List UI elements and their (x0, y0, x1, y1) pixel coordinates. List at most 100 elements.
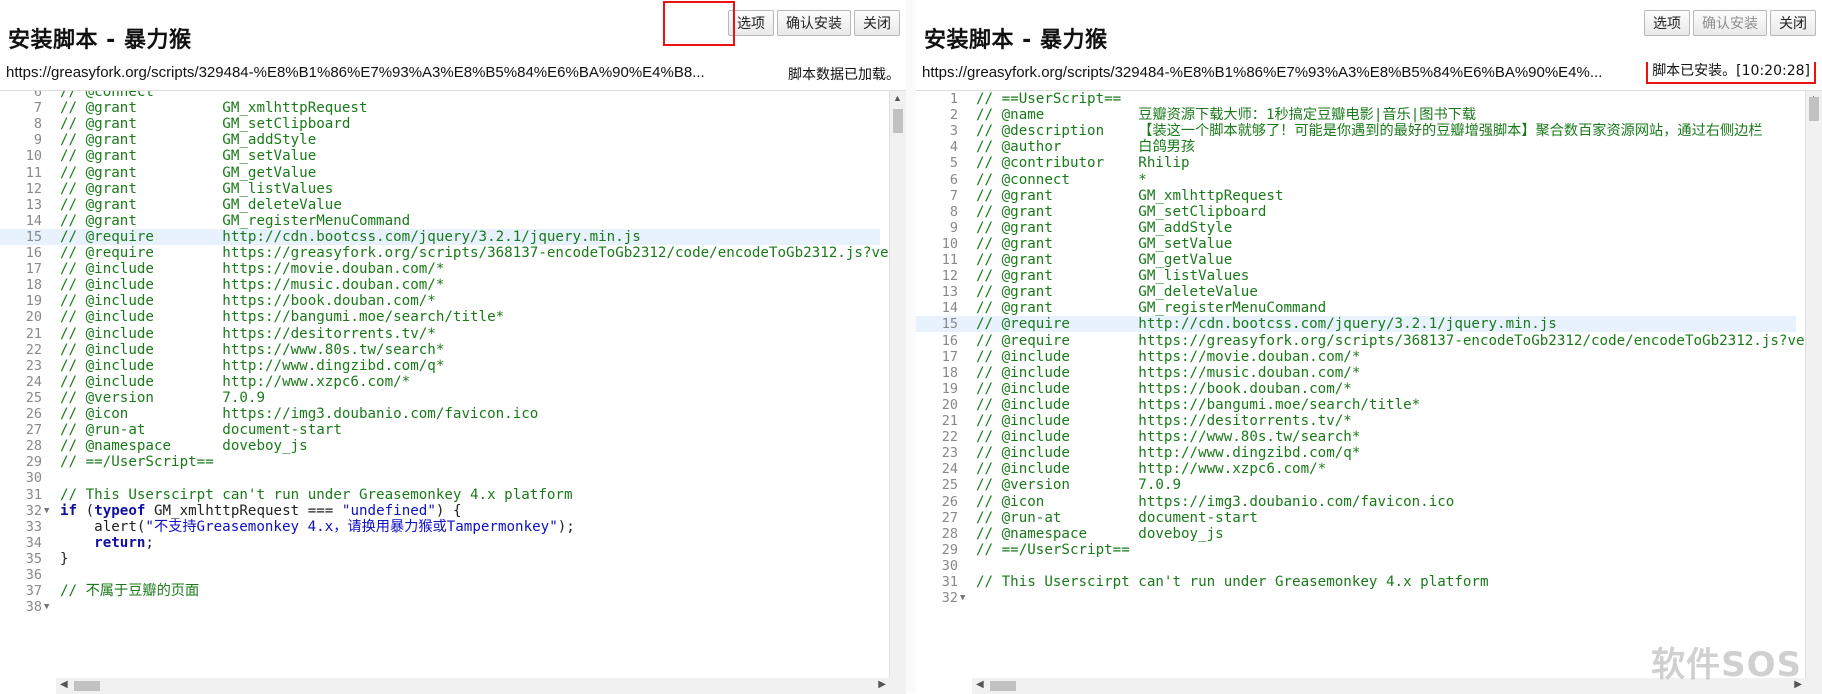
code-line[interactable]: 22 // @include https://www.80s.tw/search* (916, 429, 1796, 445)
code-line[interactable]: 23 // @include http://www.dingzibd.com/q* (916, 445, 1796, 461)
code-line[interactable]: 19 // @include https://book.douban.com/* (0, 293, 880, 309)
code-line[interactable]: 14 // @grant GM_registerMenuCommand (0, 213, 880, 229)
code-line[interactable]: 11 // @grant GM_getValue (0, 165, 880, 181)
code-line[interactable]: 37 // 不属于豆瓣的页面 (0, 583, 880, 599)
code-line[interactable]: 24 // @include http://www.xzpc6.com/* (0, 374, 880, 390)
code-line[interactable]: 20 // @include https://bangumi.moe/search… (916, 397, 1796, 413)
fold-arrow-icon[interactable]: ▼ (44, 599, 49, 615)
confirm-install-button[interactable]: 确认安装 (777, 10, 851, 36)
code-line[interactable]: 30 (916, 558, 1796, 574)
code-line[interactable]: 31 // This Userscirpt can't run under Gre… (0, 487, 880, 503)
code-text: // @namespace doveboy_js (60, 438, 308, 455)
fold-arrow-icon[interactable]: ▼ (960, 590, 965, 606)
code-line[interactable]: 28 // @namespace doveboy_js (0, 438, 880, 454)
scroll-up-icon[interactable]: ▲ (893, 93, 902, 103)
scroll-left-icon[interactable]: ◀ (60, 679, 68, 690)
code-line[interactable]: 3 // @description 【装这一个脚本就够了！可能是你遇到的最好的豆瓣… (916, 123, 1796, 139)
code-line[interactable]: 2 // @name 豆瓣资源下载大师：1秒搞定豆瓣电影|音乐|图书下载 (916, 107, 1796, 123)
code-line[interactable]: 25 // @version 7.0.9 (916, 477, 1796, 493)
options-button[interactable]: 选项 (1644, 10, 1690, 36)
install-panel-left: 安装脚本 - 暴力猴 选项 确认安装 关闭 https://greasyfork… (0, 0, 906, 694)
code-line[interactable]: 9 // @grant GM_addStyle (0, 132, 880, 148)
options-button[interactable]: 选项 (728, 10, 774, 36)
line-number: 2 (949, 107, 958, 124)
code-line[interactable]: 38 ▼ (0, 599, 880, 615)
code-line[interactable]: 17 // @include https://movie.douban.com/* (916, 349, 1796, 365)
line-number: 14 (941, 300, 958, 317)
vertical-scrollbar[interactable]: ▲ (1805, 91, 1822, 694)
code-line[interactable]: 12 // @grant GM_listValues (916, 268, 1796, 284)
code-line[interactable]: 32 ▼ (916, 590, 1796, 606)
scrollbar-thumb[interactable] (1809, 97, 1819, 121)
horizontal-scrollbar[interactable]: ◀ ▶ (56, 678, 890, 694)
code-line[interactable]: 18 // @include https://music.douban.com/* (916, 365, 1796, 381)
code-line[interactable]: 27 // @run-at document-start (916, 510, 1796, 526)
code-line[interactable]: 13 // @grant GM_deleteValue (916, 284, 1796, 300)
code-line[interactable]: 26 // @icon https://img3.doubanio.com/fav… (916, 494, 1796, 510)
code-line[interactable]: 18 // @include https://music.douban.com/* (0, 277, 880, 293)
code-line[interactable]: 11 // @grant GM_getValue (916, 252, 1796, 268)
code-line[interactable]: 27 // @run-at document-start (0, 422, 880, 438)
code-line[interactable]: 14 // @grant GM_registerMenuCommand (916, 300, 1796, 316)
code-line[interactable]: 4 // @author 白鸽男孩 (916, 139, 1796, 155)
code-line[interactable]: 5 // @contributor Rhilip (916, 155, 1796, 171)
code-line[interactable]: 19 // @include https://book.douban.com/* (916, 381, 1796, 397)
code-line[interactable]: 16 // @require https://greasyfork.org/scr… (0, 245, 897, 261)
code-editor[interactable]: 6 // @connect 7 // @grant GM_xmlhttpRequest… (0, 90, 906, 694)
code-line[interactable]: 32 ▼ if (typeof GM_xmlhttpRequest === "und… (0, 503, 880, 519)
line-number: 21 (941, 413, 958, 429)
code-line[interactable]: 15 // @require http://cdn.bootcss.com/jqu… (916, 316, 1796, 333)
line-number: 12 (941, 268, 958, 285)
scrollbar-thumb[interactable] (990, 681, 1016, 691)
line-number: 32 (25, 502, 42, 519)
close-button[interactable]: 关闭 (854, 10, 900, 36)
code-line[interactable]: 24 // @include http://www.xzpc6.com/* (916, 461, 1796, 477)
close-button[interactable]: 关闭 (1770, 10, 1816, 36)
code-line[interactable]: 7 // @grant GM_xmlhttpRequest (916, 188, 1796, 204)
fold-arrow-icon[interactable]: ▼ (44, 503, 49, 519)
code-line[interactable]: 28 // @namespace doveboy_js (916, 526, 1796, 542)
code-line[interactable]: 29 // ==/UserScript== (0, 454, 880, 470)
code-text: // @include https://music.douban.com/* (60, 277, 445, 294)
code-line[interactable]: 1 // ==UserScript== (916, 91, 1796, 107)
code-line[interactable]: 26 // @icon https://img3.doubanio.com/fav… (0, 406, 880, 422)
scroll-right-icon[interactable]: ▶ (878, 679, 886, 690)
scrollbar-thumb[interactable] (893, 109, 903, 133)
code-line[interactable]: 13 // @grant GM_deleteValue (0, 197, 880, 213)
line-number: 5 (949, 155, 958, 172)
code-line[interactable]: 10 // @grant GM_setValue (0, 148, 880, 164)
code-line[interactable]: 35} (0, 551, 880, 567)
code-line[interactable]: 8 // @grant GM_setClipboard (916, 204, 1796, 220)
code-line[interactable]: 21 // @include https://desitorrents.tv/* (0, 326, 880, 342)
code-line[interactable]: 6 // @connect * (916, 172, 1796, 188)
code-line[interactable]: 16 // @require https://greasyfork.org/scr… (916, 333, 1813, 349)
code-line[interactable]: 36 (0, 567, 880, 583)
code-line[interactable]: 7 // @grant GM_xmlhttpRequest (0, 100, 880, 116)
code-line[interactable]: 33 alert("不支持Greasemonkey 4.x，请换用暴力猴或Tam… (0, 519, 880, 535)
code-line[interactable]: 6 // @connect (0, 91, 880, 100)
code-line[interactable]: 8 // @grant GM_setClipboard (0, 116, 880, 132)
code-line[interactable]: 29 // ==/UserScript== (916, 542, 1796, 558)
code-line[interactable]: 34 return; (0, 535, 880, 551)
code-text: // @include http://www.xzpc6.com/* (976, 461, 1327, 478)
code-line[interactable]: 31 // This Userscirpt can't run under Gre… (916, 574, 1796, 590)
code-line[interactable]: 10 // @grant GM_setValue (916, 236, 1796, 252)
line-number: 11 (25, 164, 42, 181)
code-line[interactable]: 30 (0, 470, 880, 486)
code-line[interactable]: 23 // @include http://www.dingzibd.com/q* (0, 358, 880, 374)
scroll-left-icon[interactable]: ◀ (976, 679, 984, 690)
code-line[interactable]: 21 // @include https://desitorrents.tv/* (916, 413, 1796, 429)
code-line[interactable]: 25 // @version 7.0.9 (0, 390, 880, 406)
code-line[interactable]: 15 // @require http://cdn.bootcss.com/jqu… (0, 228, 880, 245)
code-line[interactable]: 17 // @include https://movie.douban.com/* (0, 261, 880, 277)
vertical-scrollbar[interactable]: ▲ (889, 91, 906, 694)
code-line[interactable]: 22 // @include https://www.80s.tw/search* (0, 342, 880, 358)
code-editor[interactable]: 1 // ==UserScript== 2 // @name 豆瓣资源下载大师：1秒搞… (916, 90, 1822, 694)
code-text: // @description 【装这一个脚本就够了！可能是你遇到的最好的豆瓣增… (976, 123, 1763, 140)
line-number: 38 (25, 599, 42, 616)
code-line[interactable]: 12 // @grant GM_listValues (0, 181, 880, 197)
scrollbar-thumb[interactable] (74, 681, 100, 691)
code-line[interactable]: 9 // @grant GM_addStyle (916, 220, 1796, 236)
code-text: // @include https://desitorrents.tv/* (60, 325, 436, 342)
code-line[interactable]: 20 // @include https://bangumi.moe/search… (0, 309, 880, 325)
